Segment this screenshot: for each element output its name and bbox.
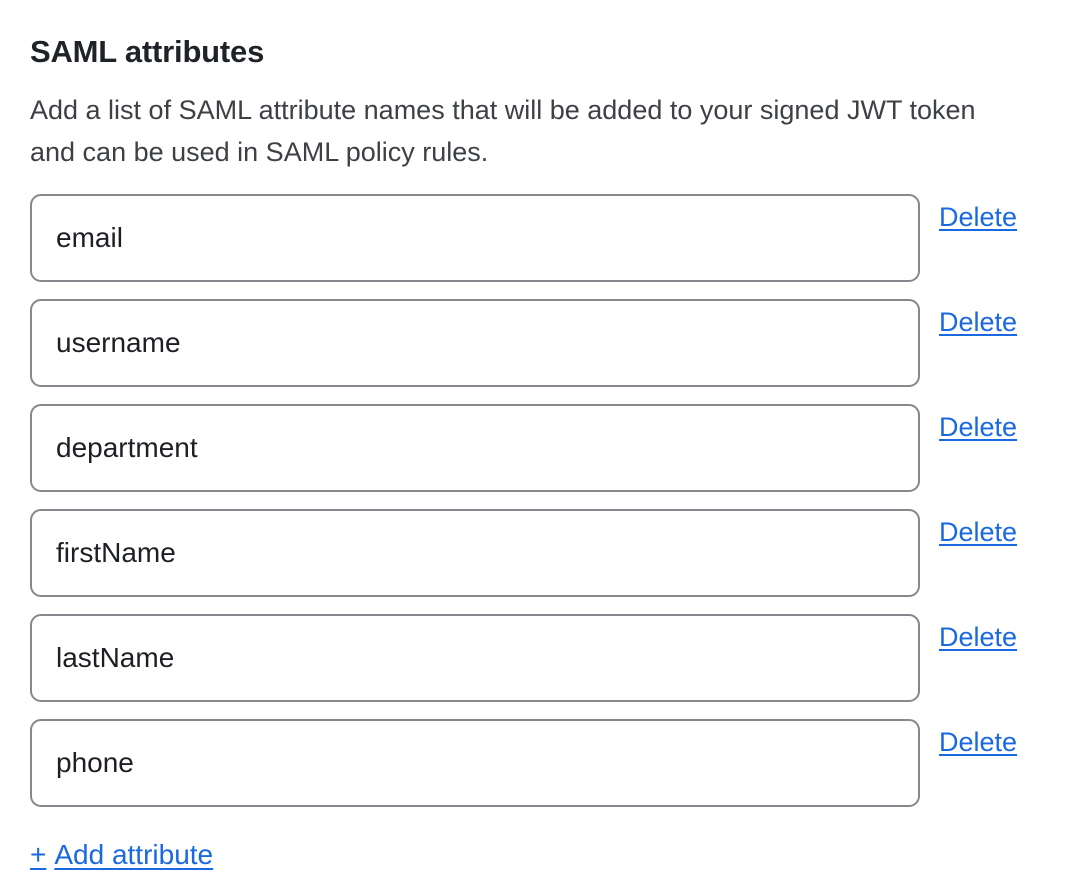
attribute-row: Delete xyxy=(30,194,1036,282)
delete-attribute-link[interactable]: Delete xyxy=(939,201,1017,233)
plus-icon: + xyxy=(30,839,46,870)
attribute-input-lastname[interactable] xyxy=(30,614,920,702)
attribute-input-email[interactable] xyxy=(30,194,920,282)
attribute-input-username[interactable] xyxy=(30,299,920,387)
attribute-input-firstname[interactable] xyxy=(30,509,920,597)
delete-attribute-link[interactable]: Delete xyxy=(939,411,1017,443)
add-attribute-link[interactable]: + Add attribute xyxy=(30,838,213,872)
attribute-row: Delete xyxy=(30,299,1036,387)
section-description-line-1: Add a list of SAML attribute names that … xyxy=(30,89,1036,131)
attribute-input-phone[interactable] xyxy=(30,719,920,807)
add-attribute-label: Add attribute xyxy=(54,839,213,870)
section-title: SAML attributes xyxy=(30,33,1036,71)
attribute-row: Delete xyxy=(30,404,1036,492)
attribute-row: Delete xyxy=(30,509,1036,597)
section-description: Add a list of SAML attribute names that … xyxy=(30,89,1036,173)
saml-attributes-section: SAML attributes Add a list of SAML attri… xyxy=(0,0,1066,886)
attribute-row: Delete xyxy=(30,719,1036,807)
attribute-list: Delete Delete Delete Delete Delete Delet… xyxy=(30,194,1036,807)
delete-attribute-link[interactable]: Delete xyxy=(939,621,1017,653)
attribute-input-department[interactable] xyxy=(30,404,920,492)
delete-attribute-link[interactable]: Delete xyxy=(939,726,1017,758)
attribute-row: Delete xyxy=(30,614,1036,702)
delete-attribute-link[interactable]: Delete xyxy=(939,516,1017,548)
delete-attribute-link[interactable]: Delete xyxy=(939,306,1017,338)
section-description-line-2: and can be used in SAML policy rules. xyxy=(30,131,1036,173)
